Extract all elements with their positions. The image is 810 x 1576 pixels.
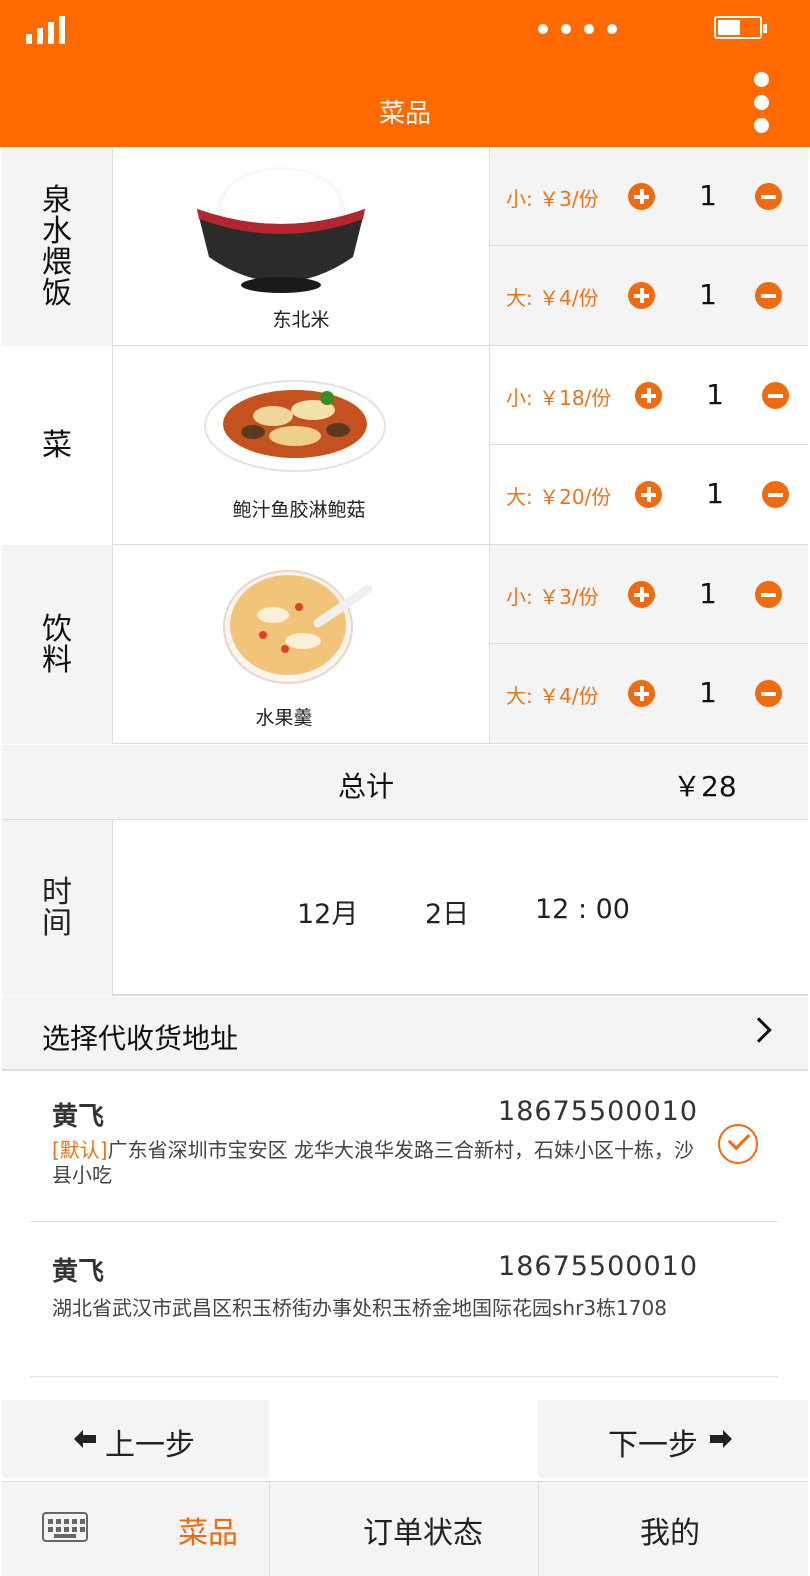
divider [30,1376,778,1377]
option-row-large: 大: ￥4/份 1 [490,246,808,345]
category-cell: 菜 [2,346,113,545]
chevron-right-icon [746,1017,772,1043]
more-menu-icon[interactable] [754,72,774,133]
address-phone: 18675500010 [498,1251,698,1282]
address-text: [默认]广东省深圳市宝安区 龙华大浪华发路三合新村，石妹小区十栋，沙县小吃 [52,1138,694,1187]
options-cell: 小: ￥3/份 1 大: ￥4/份 1 [490,545,808,744]
time-day[interactable]: 2日 [425,892,469,931]
menu-list: 泉水煨饭 东北米 小: ￥3/份 1 大: ￥4/份 1 菜 鲍汁鱼胶淋鲍菇 小… [2,147,808,744]
plus-button[interactable] [628,680,655,707]
address-text: 湖北省武汉市武昌区积玉桥街办事处积玉桥金地国际花园shr3栋1708 [52,1296,667,1320]
next-step-button[interactable]: 下一步 [538,1400,808,1478]
time-section: 时间 12月 2日 12 : 00 [2,820,808,996]
options-cell: 小: ￥3/份 1 大: ￥4/份 1 [490,147,808,346]
tab-divider [538,1482,539,1576]
category-cell: 泉水煨饭 [2,147,113,346]
keyboard-icon[interactable] [42,1512,88,1542]
app-header: 菜品 [0,0,810,147]
quantity-value: 1 [706,477,724,510]
menu-section: 泉水煨饭 东北米 小: ￥3/份 1 大: ￥4/份 1 [2,147,808,346]
time-month[interactable]: 12月 [297,892,358,931]
plus-button[interactable] [628,581,655,608]
tab-mine[interactable]: 我的 [640,1508,700,1552]
time-label-cell: 时间 [2,820,113,996]
quantity-value: 1 [699,577,717,610]
quantity-value: 1 [699,179,717,212]
time-clock[interactable]: 12 : 00 [535,894,630,925]
dish-cell[interactable]: 鲍汁鱼胶淋鲍菇 [113,346,490,545]
total-bar: 总计 ￥28 [2,745,808,820]
tab-dishes[interactable]: 菜品 [178,1508,238,1552]
prev-step-button[interactable]: 上一步 [2,1400,269,1478]
step-bar: 上一步 下一步 [0,1400,810,1480]
arrow-left-icon [74,1430,96,1448]
total-label: 总计 [338,770,395,803]
plus-button[interactable] [628,282,655,309]
minus-button[interactable] [755,581,782,608]
category-label: 菜 [42,428,72,463]
option-price: 大: ￥4/份 [506,286,599,310]
option-price: 小: ￥18/份 [506,386,612,410]
address-name: 黄飞 [52,1257,105,1287]
options-cell: 小: ￥18/份 1 大: ￥20/份 1 [490,346,808,545]
option-row-large: 大: ￥20/份 1 [490,445,808,544]
signal-icon [26,16,65,44]
minus-button[interactable] [755,183,782,210]
default-tag: [默认] [52,1138,108,1162]
tab-divider [269,1482,270,1576]
quantity-value: 1 [699,676,717,709]
option-row-small: 小: ￥3/份 1 [490,147,808,246]
dish-name: 鲍汁鱼胶淋鲍菇 [232,499,366,521]
select-address-label: 选择代收货地址 [42,1022,239,1055]
next-step-label: 下一步 [608,1428,698,1463]
plus-button[interactable] [635,382,662,409]
address-item[interactable]: 黄飞 18675500010 [默认]广东省深圳市宝安区 龙华大浪华发路三合新村… [30,1096,778,1222]
battery-icon [714,16,767,39]
select-address-row[interactable]: 选择代收货地址 [2,997,808,1071]
total-value: ￥28 [673,770,737,803]
option-row-large: 大: ￥4/份 1 [490,644,808,743]
menu-section: 饮料 水果羹 小: ￥3/份 1 大: ￥4/份 1 [2,545,808,744]
page-dots-indicator [538,24,617,34]
arrow-right-icon [710,1430,732,1448]
tab-order-status[interactable]: 订单状态 [363,1508,483,1552]
page-title: 菜品 [378,99,431,129]
option-price: 小: ￥3/份 [506,187,599,211]
dish-cell[interactable]: 东北米 [113,147,490,346]
quantity-value: 1 [699,278,717,311]
plus-button[interactable] [635,481,662,508]
category-label: 泉水煨饭 [42,182,72,311]
option-price: 大: ￥20/份 [506,485,612,509]
option-row-small: 小: ￥18/份 1 [490,346,808,445]
dish-name: 水果羹 [255,707,313,729]
category-label: 饮料 [42,611,72,678]
bottom-tab-bar: 菜品 订单状态 我的 [2,1481,808,1576]
menu-section: 菜 鲍汁鱼胶淋鲍菇 小: ￥18/份 1 大: ￥20/份 1 [2,346,808,545]
dish-cell[interactable]: 水果羹 [113,545,490,744]
quantity-value: 1 [706,378,724,411]
dish-name: 东北米 [272,309,330,331]
prev-step-label: 上一步 [105,1428,195,1463]
minus-button[interactable] [755,680,782,707]
option-row-small: 小: ￥3/份 1 [490,545,808,644]
minus-button[interactable] [762,382,789,409]
address-phone: 18675500010 [498,1096,698,1127]
option-price: 小: ￥3/份 [506,585,599,609]
plus-button[interactable] [628,183,655,210]
address-item[interactable]: 黄飞 18675500010 湖北省武汉市武昌区积玉桥街办事处积玉桥金地国际花园… [30,1251,778,1377]
selected-check-icon[interactable] [718,1124,758,1164]
time-label: 时间 [42,875,72,941]
address-name: 黄飞 [52,1102,105,1132]
divider [30,1221,778,1222]
minus-button[interactable] [762,481,789,508]
minus-button[interactable] [755,282,782,309]
option-price: 大: ￥4/份 [506,684,599,708]
